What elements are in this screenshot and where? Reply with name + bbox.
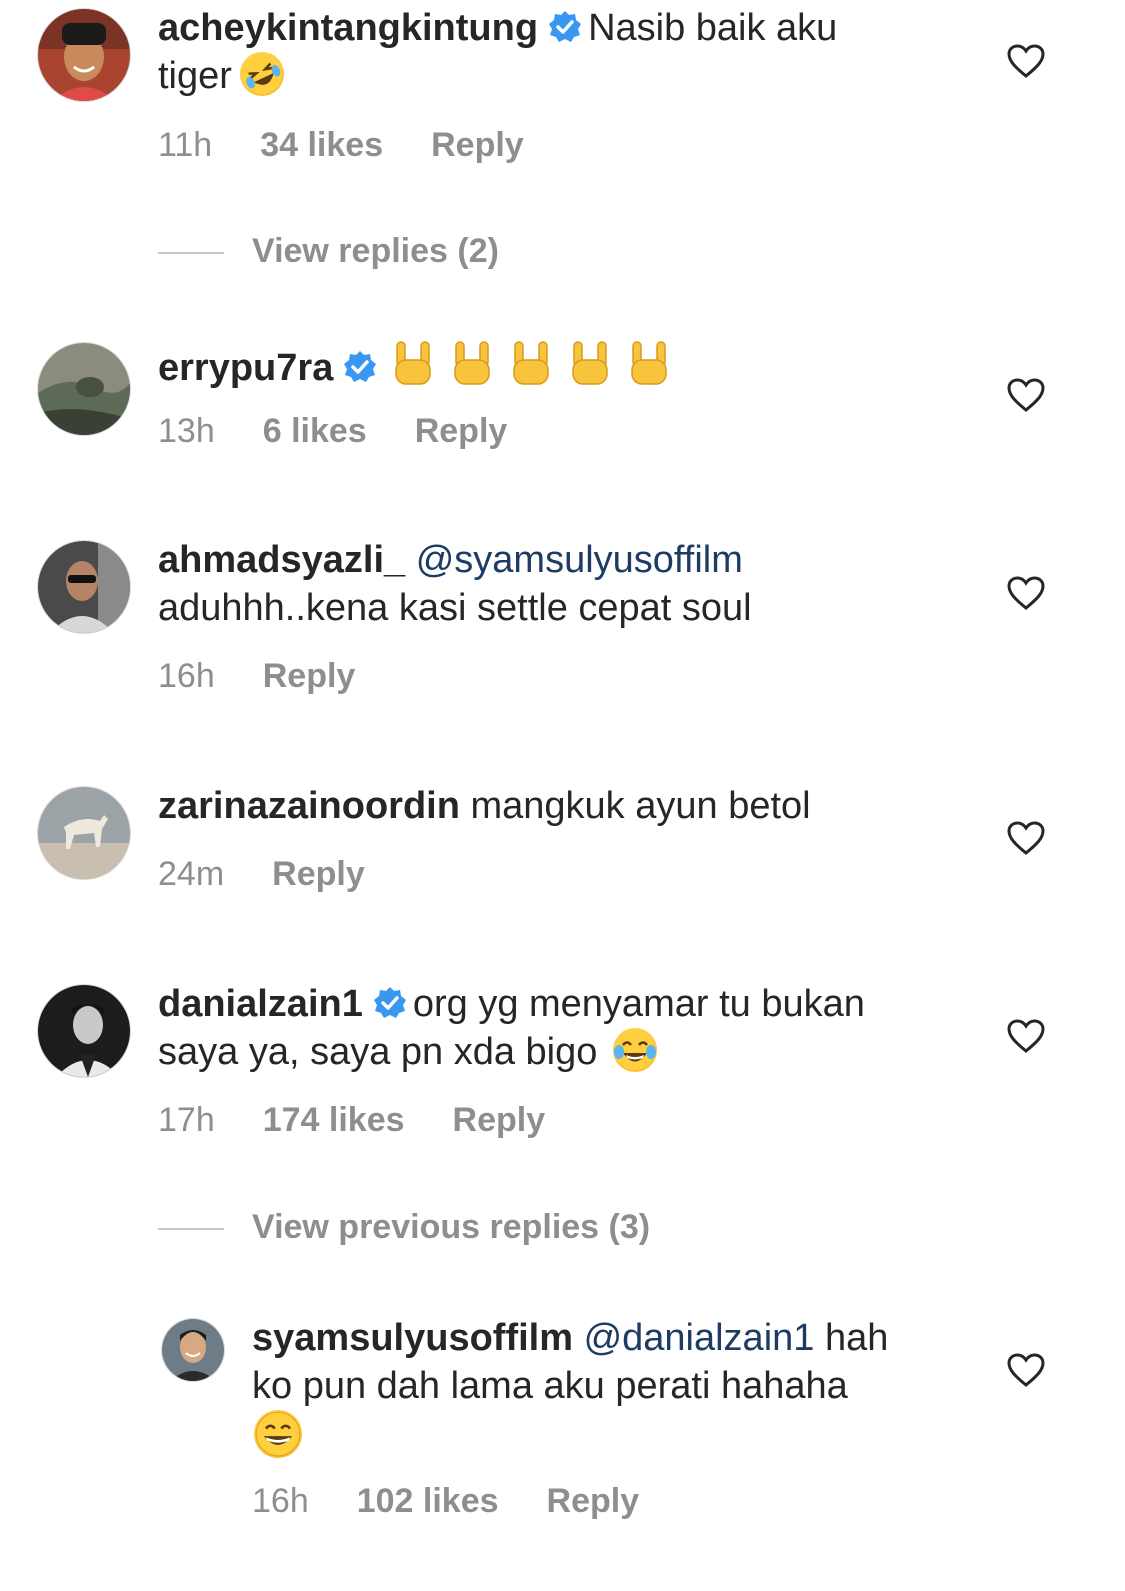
comment-text-line2: saya ya, saya pn xda bigo — [158, 1031, 598, 1073]
horns-emoji-icon — [454, 341, 491, 385]
heart-icon[interactable] — [1007, 1019, 1045, 1053]
view-replies-button[interactable]: View replies (2) — [158, 232, 499, 271]
comment-likes[interactable]: 6 likes — [263, 412, 367, 450]
comment-body: danialzain1 org yg menyamar tu bukan saya… — [158, 980, 958, 1076]
heart-icon[interactable] — [1007, 576, 1045, 610]
comment-username[interactable]: ahmadsyazli_ — [158, 539, 405, 581]
avatar-image — [38, 343, 130, 435]
reply-button[interactable]: Reply — [547, 1482, 640, 1520]
rolling-laughing-emoji-icon — [239, 52, 284, 96]
comment-time: 13h — [158, 412, 215, 450]
comment-meta: 17h 174 likes Reply — [158, 1101, 593, 1140]
comment-meta: 16h 102 likes Reply — [252, 1482, 687, 1521]
verified-badge-icon — [549, 11, 582, 42]
comment-time: 16h — [158, 657, 215, 695]
comment-text: aduhhh..kena kasi settle cepat soul — [158, 587, 752, 629]
comment-time: 11h — [158, 126, 213, 164]
divider-line — [158, 252, 224, 255]
comment-meta: 11h 34 likes Reply — [158, 126, 572, 165]
reply-button[interactable]: Reply — [453, 1101, 546, 1139]
heart-icon[interactable] — [1007, 821, 1045, 855]
avatar-image — [162, 1319, 224, 1381]
mention-link[interactable]: @danialzain1 — [584, 1317, 815, 1359]
comment-meta: 16h Reply — [158, 657, 403, 696]
comment-body: errypu7ra — [158, 338, 958, 400]
comment-body: syamsulyusoffilm @danialzain1 hah ko pun… — [252, 1314, 952, 1462]
comment-text: mangkuk ayun betol — [470, 785, 811, 827]
horns-emoji-row — [391, 338, 686, 400]
comment-likes[interactable]: 174 likes — [263, 1101, 405, 1139]
avatar-image — [38, 787, 130, 879]
avatar[interactable] — [37, 786, 131, 880]
comment-username[interactable]: zarinazainoordin — [158, 785, 460, 827]
comment-username[interactable]: acheykintangkintung — [158, 7, 538, 49]
avatar[interactable] — [161, 1318, 225, 1382]
comment-text: Nasib baik aku — [588, 7, 838, 49]
avatar-image — [38, 985, 130, 1077]
comment-username[interactable]: errypu7ra — [158, 347, 333, 389]
comment-body: acheykintangkintung Nasib baik aku tiger — [158, 4, 958, 100]
avatar[interactable] — [37, 8, 131, 102]
heart-icon[interactable] — [1007, 1353, 1045, 1387]
horns-emoji-icon — [631, 341, 668, 385]
comment-username[interactable]: danialzain1 — [158, 983, 363, 1025]
grinning-emoji-icon — [254, 1410, 302, 1458]
view-previous-replies-button[interactable]: View previous replies (3) — [158, 1208, 650, 1247]
view-replies-label: View previous replies (3) — [252, 1208, 651, 1246]
avatar-image — [38, 9, 130, 101]
comment-text-line2: tiger — [158, 55, 232, 97]
comment-likes[interactable]: 102 likes — [357, 1482, 499, 1520]
heart-icon[interactable] — [1007, 378, 1045, 412]
avatar[interactable] — [37, 342, 131, 436]
comment-body: ahmadsyazli_ @syamsulyusoffilm aduhhh..k… — [158, 536, 958, 632]
avatar[interactable] — [37, 540, 131, 634]
comment-text-line2: ko pun dah lama aku perati hahaha — [252, 1365, 848, 1407]
comment-time: 24m — [158, 855, 225, 893]
avatar[interactable] — [37, 984, 131, 1078]
tears-of-joy-emoji-icon — [613, 1028, 658, 1072]
avatar-image — [38, 541, 130, 633]
reply-button[interactable]: Reply — [272, 855, 365, 893]
reply-button[interactable]: Reply — [415, 412, 508, 450]
heart-icon[interactable] — [1007, 44, 1045, 78]
reply-button[interactable]: Reply — [263, 657, 356, 695]
comment-body: zarinazainoordin mangkuk ayun betol — [158, 782, 958, 830]
horns-emoji-icon — [572, 341, 609, 385]
comment-text: hah — [824, 1317, 889, 1359]
mention-link[interactable]: @syamsulyusoffilm — [416, 539, 743, 581]
comment-text: org yg menyamar tu bukan — [412, 983, 865, 1025]
comment-time: 16h — [252, 1482, 309, 1520]
comment-meta: 24m Reply — [158, 855, 413, 894]
comment-meta: 13h 6 likes Reply — [158, 412, 555, 451]
verified-badge-icon — [373, 987, 406, 1018]
divider-line — [158, 1228, 224, 1231]
comment-likes[interactable]: 34 likes — [260, 126, 383, 164]
comment-time: 17h — [158, 1101, 215, 1139]
comment-username[interactable]: syamsulyusoffilm — [252, 1317, 573, 1359]
horns-emoji-icon — [513, 341, 550, 385]
verified-badge-icon — [344, 351, 377, 382]
reply-button[interactable]: Reply — [431, 126, 524, 164]
view-replies-label: View replies (2) — [252, 232, 499, 270]
horns-emoji-icon — [395, 341, 432, 385]
